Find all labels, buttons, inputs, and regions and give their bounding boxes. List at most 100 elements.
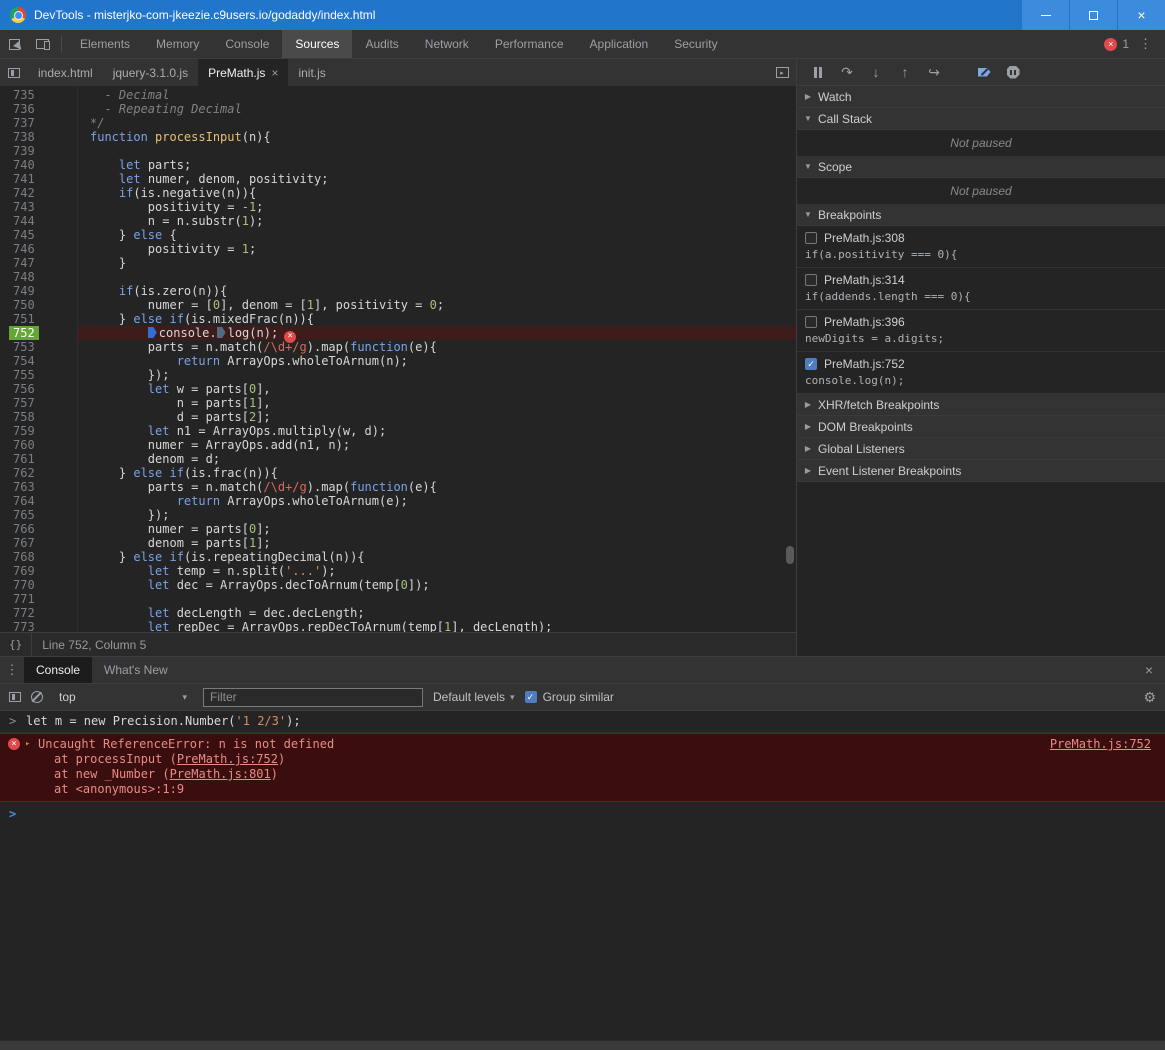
code-line[interactable]: } else { — [78, 228, 796, 242]
code-line[interactable]: numer = ArrayOps.add(n1, n); — [78, 438, 796, 452]
code-line[interactable]: let parts; — [78, 158, 796, 172]
execution-context-select[interactable]: top ▾ — [53, 687, 193, 707]
drawer-tab-whats-new[interactable]: What's New — [92, 657, 180, 683]
code-line[interactable]: denom = d; — [78, 452, 796, 466]
line-number[interactable]: 762 — [0, 466, 77, 480]
section-global-listeners[interactable]: ▶ Global Listeners — [797, 438, 1165, 460]
section-scope[interactable]: ▼ Scope — [797, 156, 1165, 178]
close-button[interactable]: × — [1118, 0, 1165, 30]
section-call-stack[interactable]: ▼ Call Stack — [797, 108, 1165, 130]
code-line[interactable]: } else if(is.mixedFrac(n)){ — [78, 312, 796, 326]
line-number[interactable]: 750 — [0, 298, 77, 312]
code-line[interactable]: */ — [78, 116, 796, 130]
code-line[interactable]: let decLength = dec.decLength; — [78, 606, 796, 620]
console-messages[interactable]: > let m = new Precision.Number('1 2/3'); … — [0, 711, 1165, 1040]
line-number[interactable]: 752 — [0, 326, 77, 340]
breakpoint-checkbox[interactable] — [805, 232, 817, 244]
line-number[interactable]: 754 — [0, 354, 77, 368]
console-prompt[interactable]: > — [0, 802, 1165, 821]
line-number[interactable]: 740 — [0, 158, 77, 172]
code-line[interactable]: let repDec = ArrayOps.repDecToArnum(temp… — [78, 620, 796, 632]
file-tab-index-html[interactable]: index.html — [28, 59, 103, 86]
inline-breakpoint-icon[interactable] — [147, 327, 157, 338]
minimize-button[interactable] — [1022, 0, 1069, 30]
line-number[interactable]: 769 — [0, 564, 77, 578]
line-number[interactable]: 738 — [0, 130, 77, 144]
pretty-print-button[interactable]: {} — [0, 633, 33, 656]
group-similar-toggle[interactable]: ✓ Group similar — [524, 690, 614, 704]
code-line[interactable]: numer = [0], denom = [1], positivity = 0… — [78, 298, 796, 312]
line-number[interactable]: 742 — [0, 186, 77, 200]
line-number[interactable]: 772 — [0, 606, 77, 620]
editor-code[interactable]: - Decimal - Repeating Decimal */function … — [78, 86, 796, 632]
line-number[interactable]: 771 — [0, 592, 77, 606]
code-line[interactable]: }); — [78, 368, 796, 382]
section-dom-breakpoints[interactable]: ▶ DOM Breakpoints — [797, 416, 1165, 438]
deactivate-breakpoints-icon[interactable] — [971, 60, 997, 84]
step-icon[interactable]: ↪ — [921, 60, 947, 84]
stack-frame-link[interactable]: PreMath.js:752 — [177, 752, 278, 766]
line-number[interactable]: 773 — [0, 620, 77, 632]
code-line[interactable] — [78, 144, 796, 158]
code-line[interactable]: - Decimal — [78, 88, 796, 102]
code-line[interactable]: denom = parts[1]; — [78, 536, 796, 550]
line-number[interactable]: 743 — [0, 200, 77, 214]
drawer-tab-console[interactable]: Console — [24, 657, 93, 683]
code-line[interactable] — [78, 592, 796, 606]
tab-performance[interactable]: Performance — [482, 30, 577, 58]
clear-console-icon[interactable] — [31, 691, 43, 703]
drawer-menu-icon[interactable]: ⋮ — [0, 657, 24, 683]
step-over-icon[interactable]: ↷ — [834, 60, 860, 84]
code-line[interactable]: let dec = ArrayOps.decToArnum(temp[0]); — [78, 578, 796, 592]
code-line[interactable]: if(is.negative(n)){ — [78, 186, 796, 200]
code-line[interactable]: function processInput(n){ — [78, 130, 796, 144]
line-number[interactable]: 744 — [0, 214, 77, 228]
line-number[interactable]: 741 — [0, 172, 77, 186]
stack-frame-link[interactable]: PreMath.js:801 — [170, 767, 271, 781]
code-line[interactable]: } else if(is.frac(n)){ — [78, 466, 796, 480]
line-number[interactable]: 770 — [0, 578, 77, 592]
code-line[interactable]: - Repeating Decimal — [78, 102, 796, 116]
line-number[interactable]: 755 — [0, 368, 77, 382]
breakpoint-checkbox[interactable] — [805, 316, 817, 328]
file-tab-init[interactable]: init.js — [288, 59, 335, 86]
breakpoint-entry[interactable]: PreMath.js:314 if(addends.length === 0){ — [797, 268, 1165, 310]
settings-gear-icon[interactable]: ⚙ — [1143, 689, 1156, 706]
section-breakpoints[interactable]: ▼ Breakpoints — [797, 204, 1165, 226]
group-similar-checkbox[interactable]: ✓ — [524, 691, 537, 703]
device-toolbar-icon[interactable] — [28, 30, 56, 58]
tab-network[interactable]: Network — [412, 30, 482, 58]
code-line[interactable]: numer = parts[0]; — [78, 522, 796, 536]
file-tab-premath[interactable]: PreMath.js × — [198, 59, 289, 86]
section-watch[interactable]: ▶ Watch — [797, 86, 1165, 108]
error-count-icon[interactable]: × — [1104, 37, 1118, 51]
expand-stack-icon[interactable]: ▸ — [25, 737, 30, 752]
code-line[interactable]: d = parts[2]; — [78, 410, 796, 424]
code-line[interactable]: n = parts[1], — [78, 396, 796, 410]
line-number[interactable]: 739 — [0, 144, 77, 158]
line-number[interactable]: 767 — [0, 536, 77, 550]
breakpoint-entry[interactable]: ✓ PreMath.js:752 console.log(n); — [797, 352, 1165, 394]
breakpoint-checkbox[interactable]: ✓ — [805, 358, 817, 370]
line-number[interactable]: 745 — [0, 228, 77, 242]
breakpoint-entry[interactable]: PreMath.js:396 newDigits = a.digits; — [797, 310, 1165, 352]
line-number[interactable]: 758 — [0, 410, 77, 424]
line-number[interactable]: 759 — [0, 424, 77, 438]
section-xhr-breakpoints[interactable]: ▶ XHR/fetch Breakpoints — [797, 394, 1165, 416]
code-line[interactable]: n = n.substr(1); — [78, 214, 796, 228]
line-number[interactable]: 761 — [0, 452, 77, 466]
tab-console[interactable]: Console — [212, 30, 282, 58]
code-line[interactable]: positivity = 1; — [78, 242, 796, 256]
line-number[interactable]: 757 — [0, 396, 77, 410]
tab-elements[interactable]: Elements — [67, 30, 143, 58]
console-sidebar-icon[interactable] — [9, 692, 21, 702]
code-line[interactable]: let numer, denom, positivity; — [78, 172, 796, 186]
close-tab-icon[interactable]: × — [271, 66, 278, 80]
tab-security[interactable]: Security — [661, 30, 730, 58]
main-menu-icon[interactable]: ⋮ — [1134, 36, 1157, 52]
line-number[interactable]: 751 — [0, 312, 77, 326]
tab-audits[interactable]: Audits — [352, 30, 411, 58]
pause-script-icon[interactable] — [805, 60, 831, 84]
line-number[interactable]: 746 — [0, 242, 77, 256]
inline-breakpoint-icon[interactable] — [216, 327, 226, 338]
